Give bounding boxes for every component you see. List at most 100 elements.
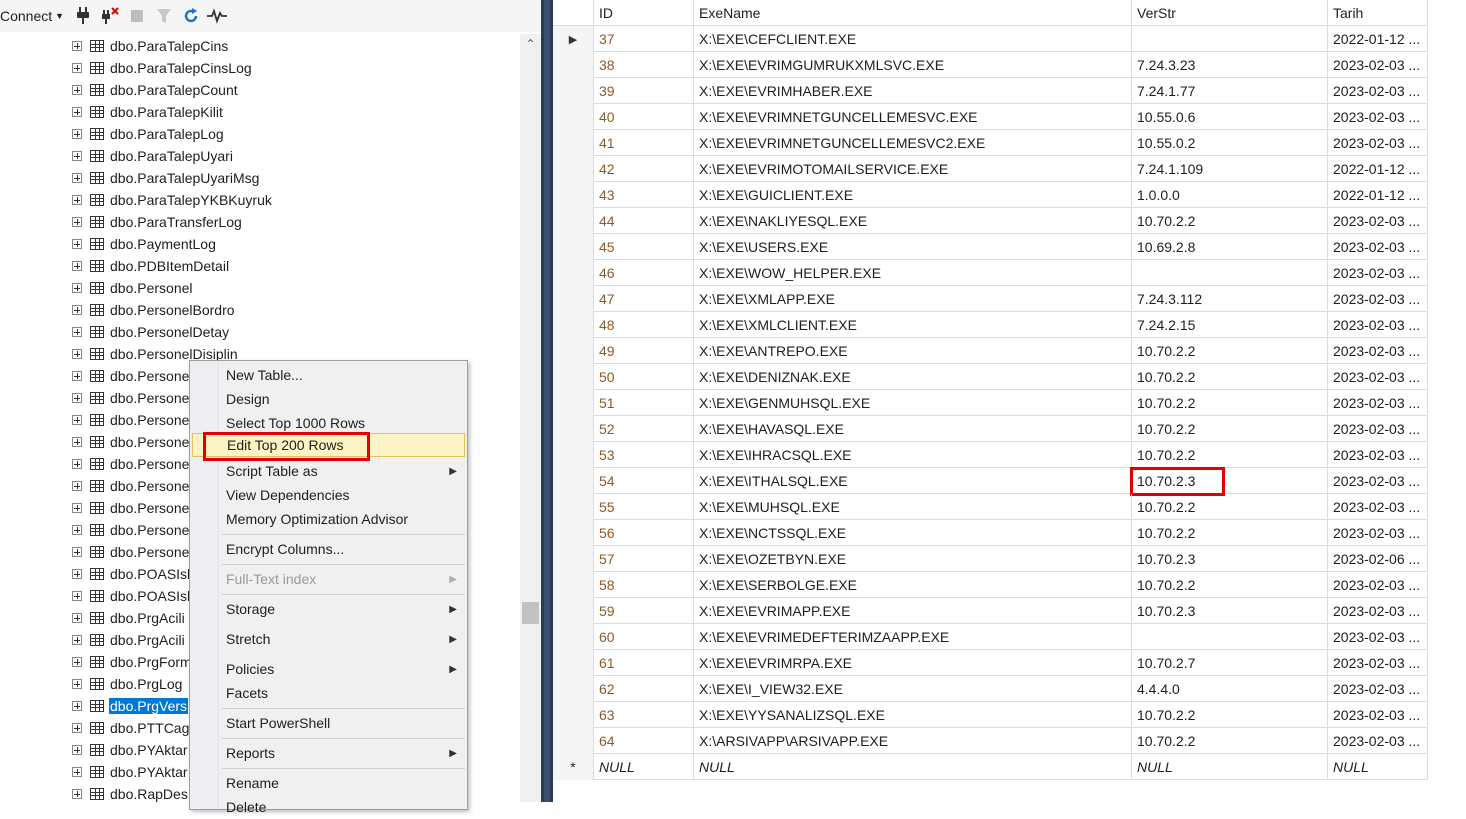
- table-row[interactable]: 41 X:\EXE\EVRIMNETGUNCELLEMESVC2.EXE 10.55…: [553, 130, 1428, 156]
- table-row[interactable]: 62 X:\EXE\I_VIEW32.EXE 4.4.4.0 2023-02-03 .…: [553, 676, 1428, 702]
- cell-tarih[interactable]: 2023-02-03 ...: [1328, 130, 1428, 156]
- cell-exename[interactable]: X:\EXE\EVRIMEDEFTERIMZAAPP.EXE: [694, 624, 1132, 650]
- table-row[interactable]: 48 X:\EXE\XMLCLIENT.EXE 7.24.2.15 2023-02-0…: [553, 312, 1428, 338]
- expand-plus-icon[interactable]: [72, 547, 82, 557]
- table-row[interactable]: 57 X:\EXE\OZETBYN.EXE 10.70.2.3 2023-02-06 …: [553, 546, 1428, 572]
- tree-item-table[interactable]: dbo.ParaTalepUyari: [72, 145, 234, 167]
- table-row[interactable]: 61 X:\EXE\EVRIMRPA.EXE 10.70.2.7 2023-02-03…: [553, 650, 1428, 676]
- table-row[interactable]: 55 X:\EXE\MUHSQL.EXE 10.70.2.2 2023-02-03 .…: [553, 494, 1428, 520]
- table-row[interactable]: 42 X:\EXE\EVRIMOTOMAILSERVICE.EXE 7.24.1.1…: [553, 156, 1428, 182]
- table-row[interactable]: 56 X:\EXE\NCTSSQL.EXE 10.70.2.2 2023-02-03 …: [553, 520, 1428, 546]
- cell-tarih[interactable]: 2023-02-03 ...: [1328, 286, 1428, 312]
- cell-tarih[interactable]: 2022-01-12 ...: [1328, 156, 1428, 182]
- row-selector[interactable]: [553, 546, 594, 572]
- row-selector[interactable]: [553, 702, 594, 728]
- expand-plus-icon[interactable]: [72, 63, 82, 73]
- table-row[interactable]: 53 X:\EXE\IHRACSQL.EXE 10.70.2.2 2023-02-03…: [553, 442, 1428, 468]
- cell-verstr[interactable]: [1132, 624, 1328, 650]
- row-selector[interactable]: [553, 650, 594, 676]
- cell-tarih[interactable]: 2023-02-03 ...: [1328, 104, 1428, 130]
- context-menu-item[interactable]: Facets: [192, 681, 465, 705]
- cell-verstr[interactable]: 10.70.2.2: [1132, 208, 1328, 234]
- cell-tarih[interactable]: 2023-02-03 ...: [1328, 416, 1428, 442]
- table-row[interactable]: 38 X:\EXE\EVRIMGUMRUKXMLSVC.EXE 7.24.3.23 2…: [553, 52, 1428, 78]
- cell-id[interactable]: 57: [594, 546, 694, 572]
- row-selector[interactable]: [553, 390, 594, 416]
- cell-exename[interactable]: X:\EXE\I_VIEW32.EXE: [694, 676, 1132, 702]
- cell-id[interactable]: 54: [594, 468, 694, 494]
- cell-tarih[interactable]: 2022-01-12 ...: [1328, 182, 1428, 208]
- cell-tarih[interactable]: 2023-02-03 ...: [1328, 78, 1428, 104]
- cell-tarih[interactable]: 2023-02-03 ...: [1328, 494, 1428, 520]
- expand-plus-icon[interactable]: [72, 393, 82, 403]
- cell-exename[interactable]: X:\EXE\EVRIMNETGUNCELLEMESVC.EXE: [694, 104, 1132, 130]
- cell-verstr[interactable]: 4.4.4.0: [1132, 676, 1328, 702]
- table-row[interactable]: 45 X:\EXE\USERS.EXE 10.69.2.8 2023-02-03 ..…: [553, 234, 1428, 260]
- tree-item-table[interactable]: dbo.Persone: [72, 519, 190, 541]
- expand-plus-icon[interactable]: [72, 657, 82, 667]
- expand-plus-icon[interactable]: [72, 261, 82, 271]
- row-selector[interactable]: [553, 78, 594, 104]
- cell-tarih[interactable]: 2023-02-03 ...: [1328, 624, 1428, 650]
- expand-plus-icon[interactable]: [72, 745, 82, 755]
- context-menu-item[interactable]: Policies ▶: [192, 657, 465, 681]
- cell-verstr[interactable]: 10.55.0.2: [1132, 130, 1328, 156]
- column-header-tarih[interactable]: Tarih: [1328, 0, 1428, 25]
- cell-verstr[interactable]: 10.70.2.2: [1132, 572, 1328, 598]
- expand-plus-icon[interactable]: [72, 349, 82, 359]
- expand-plus-icon[interactable]: [72, 767, 82, 777]
- cell-verstr[interactable]: 10.70.2.2: [1132, 364, 1328, 390]
- row-selector[interactable]: [553, 104, 594, 130]
- row-selector[interactable]: [553, 234, 594, 260]
- expand-plus-icon[interactable]: [72, 107, 82, 117]
- row-selector[interactable]: [553, 572, 594, 598]
- row-selector[interactable]: [553, 520, 594, 546]
- cell-id[interactable]: 37: [594, 26, 694, 52]
- expand-plus-icon[interactable]: [72, 789, 82, 799]
- context-menu-item[interactable]: Memory Optimization Advisor: [192, 507, 465, 531]
- tree-item-table[interactable]: dbo.ParaTalepLog: [72, 123, 225, 145]
- tree-item-table[interactable]: dbo.Persone: [72, 541, 190, 563]
- cell-tarih[interactable]: 2023-02-03 ...: [1328, 338, 1428, 364]
- row-selector[interactable]: [553, 182, 594, 208]
- context-menu-item[interactable]: Script Table as ▶: [192, 459, 465, 483]
- row-selector[interactable]: [553, 156, 594, 182]
- expand-plus-icon[interactable]: [72, 371, 82, 381]
- row-selector[interactable]: [553, 338, 594, 364]
- cell-verstr[interactable]: 7.24.3.112: [1132, 286, 1328, 312]
- stop-icon[interactable]: [130, 6, 144, 26]
- tree-item-table[interactable]: dbo.ParaTalepKilit: [72, 101, 224, 123]
- cell-exename[interactable]: X:\EXE\NAKLIYESQL.EXE: [694, 208, 1132, 234]
- expand-plus-icon[interactable]: [72, 283, 82, 293]
- cell-tarih[interactable]: 2023-02-03 ...: [1328, 52, 1428, 78]
- context-menu-item[interactable]: Select Top 1000 Rows: [192, 411, 465, 435]
- tree-item-table[interactable]: dbo.Persone: [72, 409, 190, 431]
- table-row[interactable]: 46 X:\EXE\WOW_HELPER.EXE 2023-02-03 ...: [553, 260, 1428, 286]
- table-row[interactable]: 59 X:\EXE\EVRIMAPP.EXE 10.70.2.3 2023-02-03…: [553, 598, 1428, 624]
- table-row[interactable]: 49 X:\EXE\ANTREPO.EXE 10.70.2.2 2023-02-03 …: [553, 338, 1428, 364]
- column-header-verstr[interactable]: VerStr: [1132, 0, 1328, 25]
- context-menu-item[interactable]: New Table...: [192, 363, 465, 387]
- scrollbar-thumb[interactable]: [522, 602, 539, 624]
- cell-id[interactable]: 50: [594, 364, 694, 390]
- cell-exename[interactable]: X:\EXE\XMLCLIENT.EXE: [694, 312, 1132, 338]
- cell-verstr[interactable]: 7.24.1.77: [1132, 78, 1328, 104]
- cell-id[interactable]: 56: [594, 520, 694, 546]
- expand-plus-icon[interactable]: [72, 635, 82, 645]
- expand-plus-icon[interactable]: [72, 217, 82, 227]
- tree-item-table[interactable]: dbo.PrgAcili: [72, 629, 186, 651]
- cell-id[interactable]: 46: [594, 260, 694, 286]
- disconnect-icon[interactable]: [100, 6, 120, 26]
- tree-item-table[interactable]: dbo.PrgForm: [72, 651, 193, 673]
- tree-item-table[interactable]: dbo.Persone: [72, 497, 190, 519]
- cell-id[interactable]: 53: [594, 442, 694, 468]
- cell-verstr[interactable]: [1132, 260, 1328, 286]
- table-row[interactable]: 63 X:\EXE\YYSANALIZSQL.EXE 10.70.2.2 2023-0…: [553, 702, 1428, 728]
- expand-plus-icon[interactable]: [72, 305, 82, 315]
- expand-plus-icon[interactable]: [72, 41, 82, 51]
- cell-tarih-null[interactable]: NULL: [1328, 754, 1428, 780]
- row-selector[interactable]: [553, 468, 594, 494]
- cell-verstr[interactable]: 10.69.2.8: [1132, 234, 1328, 260]
- new-row-marker[interactable]: *: [553, 754, 594, 780]
- cell-id[interactable]: 49: [594, 338, 694, 364]
